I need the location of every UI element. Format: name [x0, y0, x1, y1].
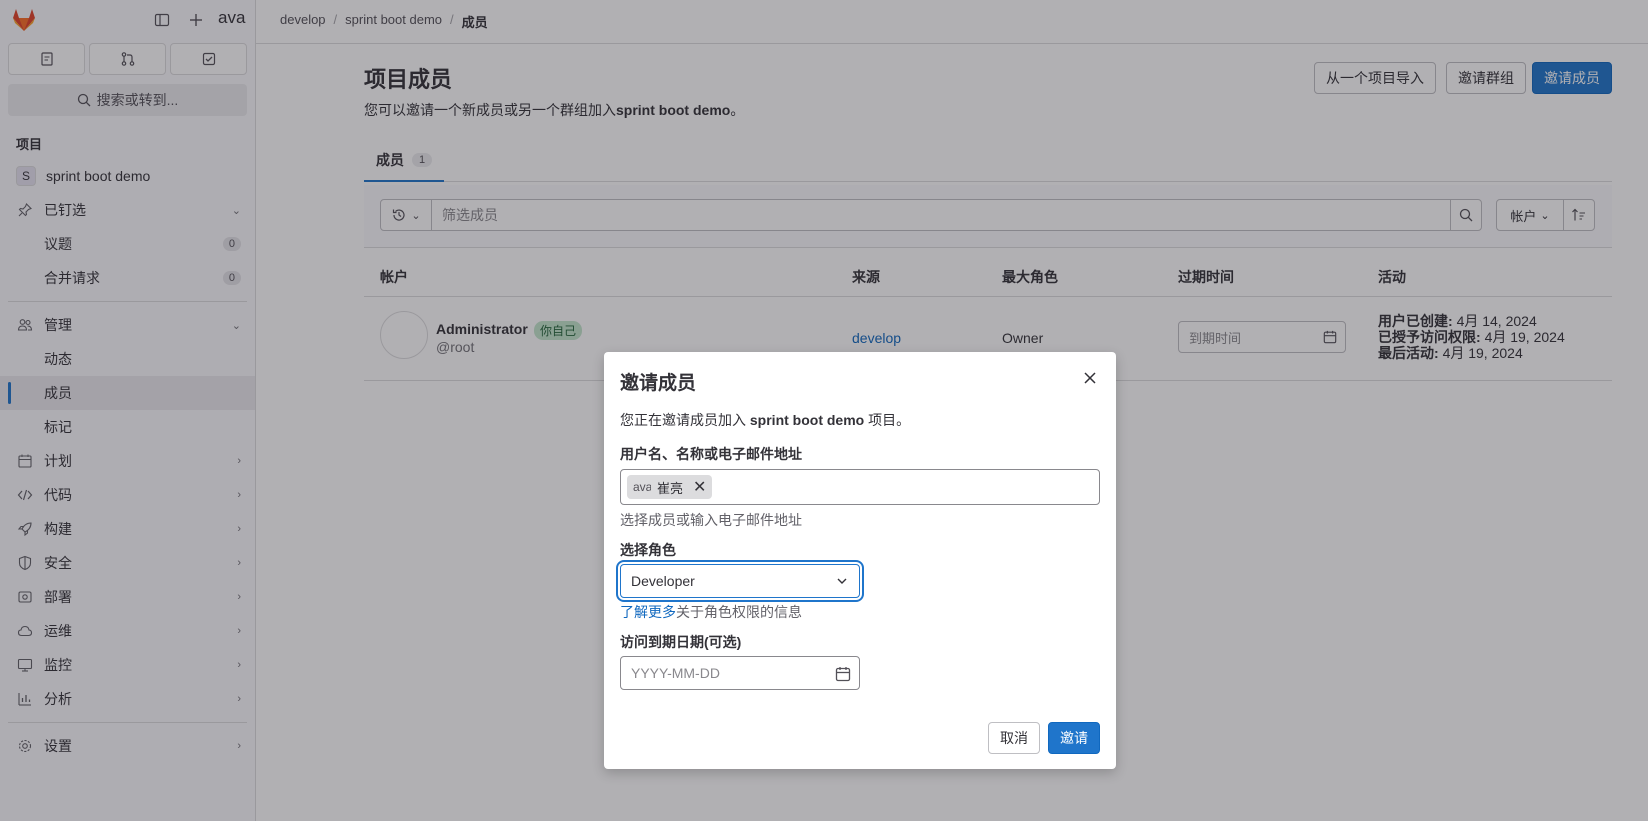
modal-intro-suffix: 项目。 [868, 412, 911, 428]
invite-members-modal: 邀请成员 您正在邀请成员加入 sprint boot demo 项目。 用户名、… [604, 352, 1116, 769]
close-icon[interactable] [1082, 370, 1098, 386]
calendar-icon[interactable] [835, 666, 851, 682]
learn-more-link[interactable]: 了解更多 [620, 604, 676, 620]
token-label: 崔亮 [657, 480, 684, 496]
role-field-label: 选择角色 [620, 542, 676, 558]
modal-intro-prefix: 您正在邀请成员加入 [620, 412, 746, 428]
modal-intro: 您正在邀请成员加入 sprint boot demo 项目。 [620, 410, 910, 430]
modal-intro-project: sprint boot demo [749, 412, 865, 428]
invite-button[interactable]: 邀请 [1048, 722, 1100, 754]
cancel-button[interactable]: 取消 [988, 722, 1040, 754]
chevron-down-icon [837, 578, 847, 584]
access-expiration-date-input[interactable]: YYYY-MM-DD [620, 656, 860, 690]
role-field-help: 了解更多关于角色权限的信息 [620, 602, 802, 622]
member-select-input[interactable]: ava 崔亮 ✕ [620, 469, 1100, 505]
role-select-value: Developer [631, 573, 695, 589]
role-help-text: 关于角色权限的信息 [676, 604, 802, 620]
modal-title: 邀请成员 [620, 373, 697, 394]
token-avatar: ava [633, 480, 651, 494]
selected-member-token: ava 崔亮 ✕ [627, 475, 713, 499]
date-input-placeholder: YYYY-MM-DD [631, 665, 720, 681]
date-field-label: 访问到期日期(可选) [620, 634, 742, 650]
user-field-help: 选择成员或输入电子邮件地址 [620, 512, 802, 528]
role-select[interactable]: Developer [620, 564, 860, 598]
user-field-label: 用户名、名称或电子邮件地址 [620, 446, 802, 462]
remove-token-icon[interactable]: ✕ [693, 477, 706, 497]
